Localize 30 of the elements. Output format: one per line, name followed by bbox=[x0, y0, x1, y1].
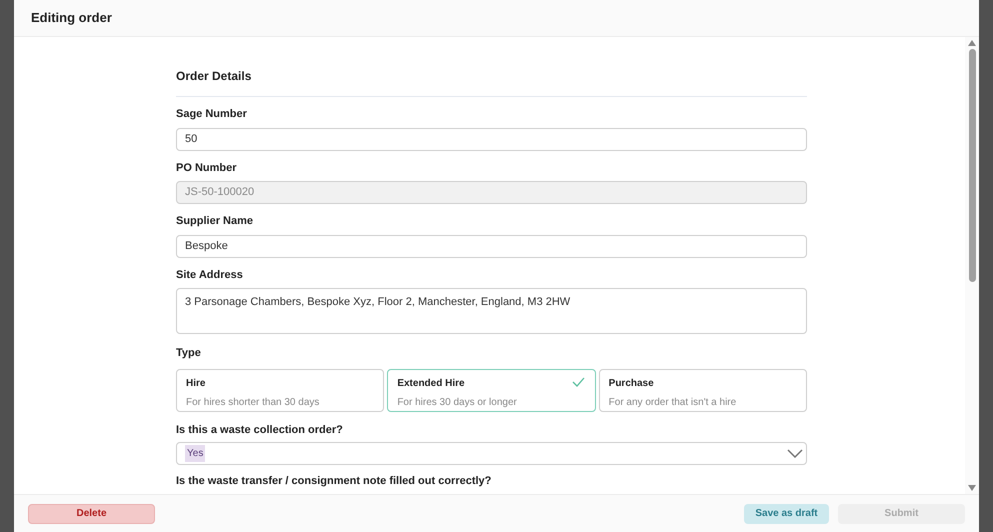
selected-tag: Yes bbox=[185, 445, 206, 462]
field-label: Is the waste transfer / consignment note filled out correctly? bbox=[176, 474, 492, 489]
chevron-down-icon[interactable] bbox=[787, 449, 803, 458]
option-description: For hires shorter than 30 days bbox=[186, 396, 320, 410]
scrollbar-thumb[interactable] bbox=[968, 49, 976, 282]
input-field[interactable]: 50 bbox=[176, 128, 807, 150]
field-label: Is this a waste collection order? bbox=[176, 422, 344, 438]
field-label: Sage Number bbox=[176, 107, 248, 122]
option-description: For any order that isn't a hire bbox=[608, 396, 738, 410]
type-option-card[interactable]: Purchase For any order that isn't a hire bbox=[598, 368, 807, 412]
delete-button[interactable]: Delete bbox=[28, 504, 155, 524]
field-label: PO Number bbox=[176, 160, 238, 176]
field-label: Site Address bbox=[176, 268, 244, 282]
check-icon bbox=[572, 376, 585, 386]
option-title: Extended Hire bbox=[397, 376, 465, 390]
section-title: Order Details bbox=[176, 69, 252, 83]
option-title: Purchase bbox=[608, 376, 654, 390]
input-field[interactable]: Bespoke bbox=[176, 234, 807, 258]
type-option-card[interactable]: Extended Hire For hires 30 days or longer bbox=[387, 368, 596, 412]
field-label: Supplier Name bbox=[176, 214, 254, 229]
option-title: Hire bbox=[186, 376, 206, 390]
select-field[interactable]: Yes bbox=[176, 442, 807, 465]
option-description: For hires 30 days or longer bbox=[397, 396, 518, 410]
field-label: Type bbox=[176, 346, 202, 361]
save-draft-button[interactable]: Save as draft bbox=[744, 504, 829, 524]
window-title: Editing order bbox=[31, 9, 112, 28]
type-option-card[interactable]: Hire For hires shorter than 30 days bbox=[176, 368, 384, 412]
scroll-up-icon[interactable] bbox=[968, 40, 976, 46]
address-field[interactable]: 3 Parsonage Chambers, Bespoke Xyz, Floor 2, Manchester, England, M3 2HW bbox=[176, 288, 807, 334]
scroll-down-icon[interactable] bbox=[968, 485, 976, 491]
